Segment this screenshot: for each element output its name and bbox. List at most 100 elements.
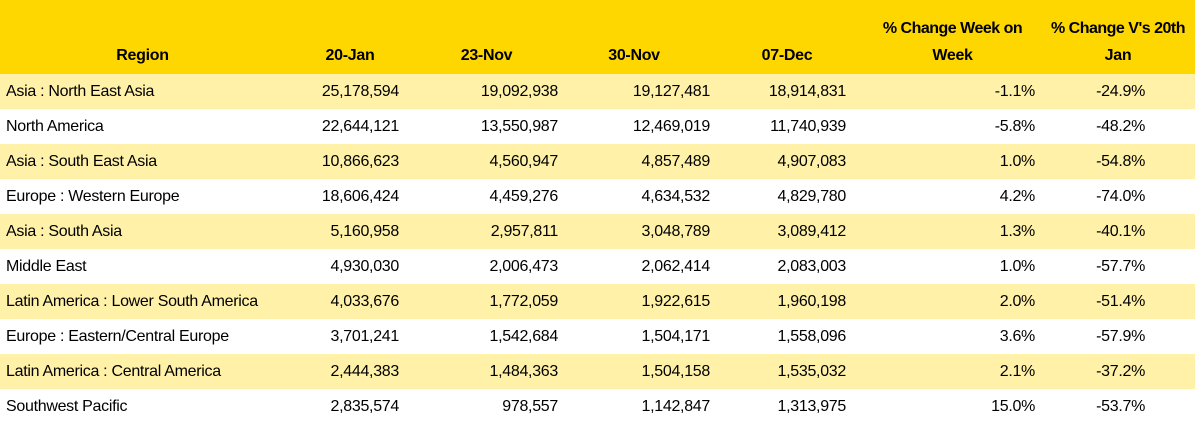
cell-change-week: -1.1% <box>994 82 1036 100</box>
cell-jan20: 2,444,383 <box>330 362 400 380</box>
cell-region: North America <box>6 117 104 135</box>
header-jan20: 20-Jan <box>325 47 375 64</box>
cell-dec07: 2,083,003 <box>777 257 847 275</box>
cell-change-vs-jan20: -40.1% <box>1096 222 1145 240</box>
table-row: Middle East 4,930,030 2,006,473 2,062,414 2,… <box>0 249 1195 284</box>
cell-change-week: 2.0% <box>999 292 1036 310</box>
cell-change-vs-jan20: -53.7% <box>1096 397 1145 415</box>
cell-change-week: 1.3% <box>999 222 1036 240</box>
cell-nov30: 12,469,019 <box>632 117 710 135</box>
cell-nov23: 19,092,938 <box>480 82 558 100</box>
header-row-bottom: Region 20-Jan 23-Nov 30-Nov 07-Dec Week … <box>0 38 1195 74</box>
cell-jan20: 10,866,623 <box>321 152 399 170</box>
cell-dec07: 1,558,096 <box>777 327 847 345</box>
cell-jan20: 5,160,958 <box>330 222 400 240</box>
table-row: Latin America : Lower South America 4,033… <box>0 284 1195 319</box>
cell-change-vs-jan20: -57.9% <box>1096 327 1145 345</box>
header-v20-line2: Jan <box>1104 47 1132 64</box>
cell-nov23: 4,560,947 <box>489 152 559 170</box>
table-row: Europe : Eastern/Central Europe 3,701,241… <box>0 319 1195 354</box>
cell-dec07: 1,313,975 <box>777 397 847 415</box>
cell-jan20: 4,033,676 <box>330 292 400 310</box>
cell-change-week: 3.6% <box>999 327 1036 345</box>
table-row: Europe : Western Europe 18,606,424 4,459,2… <box>0 179 1195 214</box>
table-body: Asia : North East Asia 25,178,594 19,092,9… <box>0 74 1195 424</box>
table-row: Asia : North East Asia 25,178,594 19,092,9… <box>0 74 1195 109</box>
cell-region: Middle East <box>6 257 87 275</box>
header-empty-region <box>0 0 285 38</box>
cell-jan20: 2,835,574 <box>330 397 400 415</box>
cell-nov30: 1,922,615 <box>641 292 711 310</box>
cell-change-week: 15.0% <box>991 397 1035 415</box>
header-nov30: 30-Nov <box>608 47 660 64</box>
cell-dec07: 1,535,032 <box>777 362 847 380</box>
cell-dec07: 18,914,831 <box>768 82 846 100</box>
header-nov23: 23-Nov <box>460 47 513 64</box>
table-row: North America 22,644,121 13,550,987 12,469,… <box>0 109 1195 144</box>
cell-change-week: 1.0% <box>999 152 1036 170</box>
cell-change-week: 2.1% <box>999 362 1036 380</box>
header-v20-line1: % Change V's 20th <box>1050 20 1186 37</box>
cell-region: Asia : North East Asia <box>6 82 155 100</box>
cell-nov30: 4,857,489 <box>641 152 711 170</box>
cell-dec07: 11,740,939 <box>770 117 846 135</box>
cell-nov23: 1,484,363 <box>489 362 559 380</box>
header-empty-nov30 <box>558 0 710 38</box>
cell-change-vs-jan20: -48.2% <box>1096 117 1145 135</box>
cell-change-vs-jan20: -37.2% <box>1096 362 1145 380</box>
cell-nov23: 1,542,684 <box>489 327 559 345</box>
table-header: % Change Week on % Change V's 20th Regio… <box>0 0 1195 74</box>
table-row: Latin America : Central America 2,444,383… <box>0 354 1195 389</box>
table-row: Asia : South Asia 5,160,958 2,957,811 3,048… <box>0 214 1195 249</box>
header-wow-line1: % Change Week on <box>882 20 1023 37</box>
cell-nov23: 2,006,473 <box>489 257 559 275</box>
cell-nov23: 1,772,059 <box>489 292 559 310</box>
cell-nov23: 2,957,811 <box>490 222 559 240</box>
cell-jan20: 3,701,241 <box>330 327 400 345</box>
cell-nov23: 13,550,987 <box>480 117 558 135</box>
cell-change-vs-jan20: -54.8% <box>1096 152 1145 170</box>
table-row: Asia : South East Asia 10,866,623 4,560,94… <box>0 144 1195 179</box>
cell-dec07: 1,960,198 <box>777 292 847 310</box>
cell-region: Europe : Western Europe <box>6 187 180 205</box>
capacity-table-sheet: % Change Week on % Change V's 20th Regio… <box>0 0 1195 428</box>
cell-nov30: 1,504,158 <box>641 362 711 380</box>
cell-region: Latin America : Central America <box>6 362 221 380</box>
cell-dec07: 3,089,412 <box>777 222 847 240</box>
cell-change-vs-jan20: -74.0% <box>1096 187 1145 205</box>
cell-nov30: 1,142,847 <box>641 397 711 415</box>
cell-change-week: 1.0% <box>999 257 1036 275</box>
header-empty-nov23 <box>415 0 558 38</box>
cell-region: Europe : Eastern/Central Europe <box>6 327 229 345</box>
cell-jan20: 18,606,424 <box>321 187 399 205</box>
header-wow-line2: Week <box>932 47 973 64</box>
cell-region: Latin America : Lower South America <box>6 292 258 310</box>
cell-nov30: 4,634,532 <box>641 187 711 205</box>
cell-nov23: 4,459,276 <box>489 187 559 205</box>
region-capacity-table: % Change Week on % Change V's 20th Regio… <box>0 0 1195 424</box>
cell-dec07: 4,829,780 <box>777 187 847 205</box>
cell-nov30: 3,048,789 <box>641 222 711 240</box>
header-region: Region <box>116 47 169 64</box>
cell-jan20: 22,644,121 <box>321 117 399 135</box>
cell-region: Asia : South Asia <box>6 222 122 240</box>
cell-change-week: 4.2% <box>999 187 1036 205</box>
header-dec07: 07-Dec <box>761 47 813 64</box>
cell-change-week: -5.8% <box>994 117 1036 135</box>
cell-region: Southwest Pacific <box>6 397 128 415</box>
header-empty-jan20 <box>285 0 415 38</box>
header-empty-dec07 <box>710 0 864 38</box>
cell-nov30: 19,127,481 <box>632 82 710 100</box>
cell-jan20: 25,178,594 <box>321 82 399 100</box>
header-row-top: % Change Week on % Change V's 20th <box>0 0 1195 38</box>
cell-nov23: 978,557 <box>502 397 558 415</box>
cell-change-vs-jan20: -51.4% <box>1096 292 1145 310</box>
table-row: Southwest Pacific 2,835,574 978,557 1,142,8… <box>0 389 1195 424</box>
cell-change-vs-jan20: -24.9% <box>1096 82 1145 100</box>
cell-region: Asia : South East Asia <box>6 152 157 170</box>
cell-change-vs-jan20: -57.7% <box>1096 257 1145 275</box>
cell-nov30: 2,062,414 <box>641 257 711 275</box>
cell-dec07: 4,907,083 <box>777 152 847 170</box>
cell-jan20: 4,930,030 <box>330 257 400 275</box>
cell-nov30: 1,504,171 <box>641 327 711 345</box>
